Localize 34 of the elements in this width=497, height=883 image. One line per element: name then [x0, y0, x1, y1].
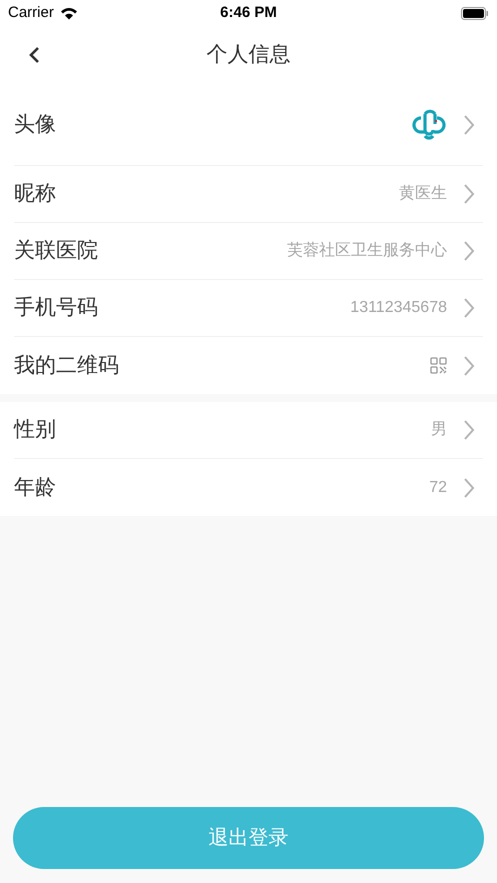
row-value: 男 — [431, 420, 447, 440]
row-label: 年龄 — [14, 474, 57, 501]
chevron-right-icon — [463, 476, 475, 498]
settings-row[interactable]: 关联医院 芙蓉社区卫生服务中心 — [14, 223, 483, 280]
battery-icon — [461, 6, 489, 20]
row-label: 头像 — [14, 112, 57, 138]
settings-row[interactable]: 昵称 黄医生 — [14, 166, 483, 223]
chevron-right-icon — [463, 354, 475, 376]
chevron-right-icon — [463, 240, 475, 262]
row-value: 芙蓉社区卫生服务中心 — [287, 240, 447, 261]
wifi-icon — [60, 6, 78, 20]
row-value: 黄医生 — [399, 184, 447, 204]
chevron-right-icon — [463, 114, 475, 136]
settings-row[interactable]: 年龄 72 — [14, 459, 483, 516]
row-label: 手机号码 — [14, 295, 99, 322]
chevron-right-icon — [463, 419, 475, 441]
row-value: 13112345678 — [350, 298, 447, 318]
row-value: 72 — [429, 478, 447, 498]
settings-row[interactable]: 我的二维码 — [14, 337, 483, 394]
qr-code-icon — [430, 357, 447, 374]
row-label: 昵称 — [14, 181, 57, 208]
settings-row[interactable]: 头像 — [14, 84, 483, 166]
page-title: 个人信息 — [206, 42, 290, 68]
row-label: 性别 — [14, 417, 57, 444]
row-label: 我的二维码 — [14, 352, 120, 379]
settings-row[interactable]: 性别 男 — [14, 402, 483, 459]
chevron-right-icon — [463, 183, 475, 205]
settings-row[interactable]: 手机号码 13112345678 — [14, 280, 483, 337]
chevron-right-icon — [463, 297, 475, 319]
logo-icon — [411, 108, 447, 142]
back-icon — [28, 46, 40, 64]
clock-text: 6:46 PM — [220, 2, 277, 23]
carrier-text: Carrier — [8, 2, 54, 23]
row-label: 关联医院 — [14, 238, 99, 264]
